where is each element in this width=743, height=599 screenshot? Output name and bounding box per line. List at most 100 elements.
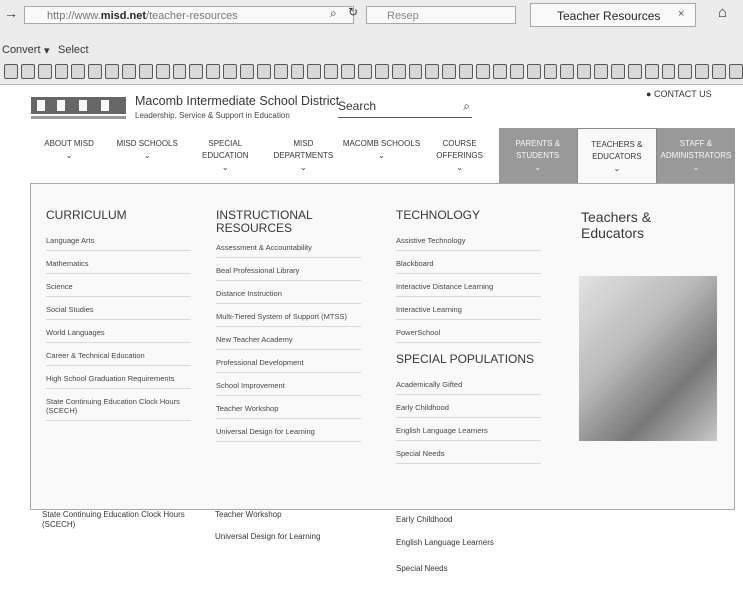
- menu-link[interactable]: Beal Professional Library: [216, 266, 361, 281]
- teachers-photo[interactable]: [579, 276, 717, 441]
- toolbar-icon[interactable]: [37, 63, 52, 79]
- toolbar-icon[interactable]: [172, 63, 187, 79]
- toolbar-icon[interactable]: [577, 63, 592, 79]
- toolbar-icon[interactable]: [341, 63, 356, 79]
- menu-link[interactable]: Social Studies: [46, 305, 191, 320]
- site-search-input[interactable]: Search ⌕: [338, 97, 472, 118]
- menu-link[interactable]: Universal Design for Learning: [216, 427, 361, 442]
- toolbar-icon[interactable]: [728, 63, 743, 79]
- nav-teachers-educators[interactable]: TEACHERS & EDUCATORS ⌄: [576, 128, 657, 183]
- menu-link[interactable]: Professional Development: [216, 358, 361, 373]
- toolbar-icon[interactable]: [408, 63, 423, 79]
- menu-link[interactable]: Assistive Technology: [396, 236, 541, 251]
- menu-link[interactable]: New Teacher Academy: [216, 335, 361, 350]
- toolbar-icon[interactable]: [71, 63, 86, 79]
- home-icon[interactable]: ⌂: [718, 4, 727, 21]
- toolbar-icon[interactable]: [425, 63, 440, 79]
- toolbar-icon[interactable]: [627, 63, 642, 79]
- toolbar-icon[interactable]: [594, 63, 608, 79]
- toolbar-icon[interactable]: [138, 63, 153, 79]
- toolbar-icon[interactable]: [543, 63, 558, 79]
- search-icon[interactable]: ⌕: [463, 97, 470, 115]
- page-link[interactable]: Teacher Workshop: [215, 510, 282, 519]
- toolbar-icon[interactable]: [189, 63, 204, 79]
- toolbar-icon[interactable]: [610, 63, 625, 79]
- nav-course-offerings[interactable]: COURSE OFFERINGS ⌄: [421, 128, 499, 183]
- convert-button[interactable]: Convert: [2, 44, 41, 56]
- nav-about-misd[interactable]: ABOUT MISD ⌄: [30, 128, 108, 183]
- page-link[interactable]: State Continuing Education Clock Hours (…: [42, 510, 187, 530]
- toolbar-icon[interactable]: [206, 63, 221, 79]
- nav-special-education[interactable]: SPECIAL EDUCATION ⌄: [186, 128, 264, 183]
- nav-macomb-schools[interactable]: MACOMB SCHOOLS ⌄: [342, 128, 420, 183]
- menu-link[interactable]: PowerSchool: [396, 328, 541, 343]
- menu-link[interactable]: Academically Gifted: [396, 380, 541, 395]
- toolbar-icon[interactable]: [560, 63, 575, 79]
- menu-link[interactable]: Career & Technical Education: [46, 351, 191, 366]
- toolbar-icon[interactable]: [240, 63, 254, 79]
- contact-us-link[interactable]: ● CONTACT US: [646, 89, 712, 99]
- menu-link[interactable]: Early Childhood: [396, 403, 541, 418]
- toolbar-icon[interactable]: [273, 63, 288, 79]
- refresh-icon[interactable]: ↻: [348, 5, 358, 19]
- toolbar-icon[interactable]: [307, 63, 322, 79]
- address-bar[interactable]: http://www.misd.net/teacher-resources: [24, 6, 354, 24]
- toolbar-icon[interactable]: [459, 63, 474, 79]
- browser-search-field[interactable]: Resep: [366, 6, 516, 24]
- menu-link[interactable]: High School Graduation Requirements: [46, 374, 191, 389]
- menu-link[interactable]: English Language Learners: [396, 426, 541, 441]
- browser-tab[interactable]: Teacher Resources: [530, 3, 696, 27]
- page-link[interactable]: Universal Design for Learning: [215, 532, 320, 541]
- forward-icon[interactable]: →: [4, 5, 18, 21]
- toolbar-icon[interactable]: [105, 63, 120, 79]
- nav-misd-schools[interactable]: MISD SCHOOLS ⌄: [108, 128, 186, 183]
- toolbar-icon[interactable]: [492, 63, 507, 79]
- menu-link[interactable]: Assessment & Accountability: [216, 243, 361, 258]
- toolbar-icon[interactable]: [155, 63, 170, 79]
- menu-link[interactable]: World Languages: [46, 328, 191, 343]
- nav-staff-administrators[interactable]: STAFF & ADMINISTRATORS ⌄: [656, 128, 735, 183]
- page-link[interactable]: Early Childhood: [396, 515, 452, 524]
- toolbar-icon[interactable]: [695, 63, 710, 79]
- menu-link[interactable]: Language Arts: [46, 236, 191, 251]
- toolbar-icon[interactable]: [324, 63, 339, 79]
- toolbar-icon[interactable]: [678, 63, 693, 79]
- page-link[interactable]: English Language Learners: [396, 538, 494, 547]
- toolbar-icon[interactable]: [20, 63, 35, 79]
- toolbar-icon[interactable]: [223, 63, 238, 79]
- nav-misd-departments[interactable]: MISD DEPARTMENTS ⌄: [264, 128, 342, 183]
- toolbar-icon[interactable]: [358, 63, 372, 79]
- toolbar-icon[interactable]: [256, 63, 271, 79]
- toolbar-icon[interactable]: [476, 63, 490, 79]
- menu-link[interactable]: Blackboard: [396, 259, 541, 274]
- toolbar-icon[interactable]: [442, 63, 457, 79]
- menu-link[interactable]: Interactive Distance Learning: [396, 282, 541, 297]
- page-link[interactable]: Special Needs: [396, 564, 448, 573]
- menu-link[interactable]: Multi-Tiered System of Support (MTSS): [216, 312, 361, 327]
- menu-link[interactable]: Teacher Workshop: [216, 404, 361, 419]
- toolbar-icon[interactable]: [290, 63, 305, 79]
- toolbar-icon[interactable]: [509, 63, 524, 79]
- toolbar-icon[interactable]: [88, 63, 103, 79]
- chevron-down-icon[interactable]: ▾: [44, 44, 50, 57]
- toolbar-icon[interactable]: [712, 63, 726, 79]
- toolbar-icon[interactable]: [661, 63, 676, 79]
- close-tab-icon[interactable]: ×: [678, 8, 684, 20]
- search-icon[interactable]: ⌕: [330, 6, 337, 21]
- toolbar-icon[interactable]: [644, 63, 659, 79]
- menu-link[interactable]: Special Needs: [396, 449, 541, 464]
- toolbar-icon[interactable]: [54, 63, 69, 79]
- misd-logo[interactable]: [31, 97, 126, 121]
- toolbar-icon[interactable]: [374, 63, 389, 79]
- toolbar-icon[interactable]: [122, 63, 136, 79]
- toolbar-icon[interactable]: [4, 63, 18, 79]
- menu-link[interactable]: Interactive Learning: [396, 305, 541, 320]
- menu-link[interactable]: State Continuing Education Clock Hours (…: [46, 397, 191, 421]
- menu-link[interactable]: Mathematics: [46, 259, 191, 274]
- menu-link[interactable]: School Improvement: [216, 381, 361, 396]
- menu-link[interactable]: Distance Instruction: [216, 289, 361, 304]
- toolbar-icon[interactable]: [391, 63, 406, 79]
- menu-link[interactable]: Science: [46, 282, 191, 297]
- nav-parents-students[interactable]: PARENTS & STUDENTS ⌄: [498, 128, 577, 183]
- toolbar-icon[interactable]: [526, 63, 541, 79]
